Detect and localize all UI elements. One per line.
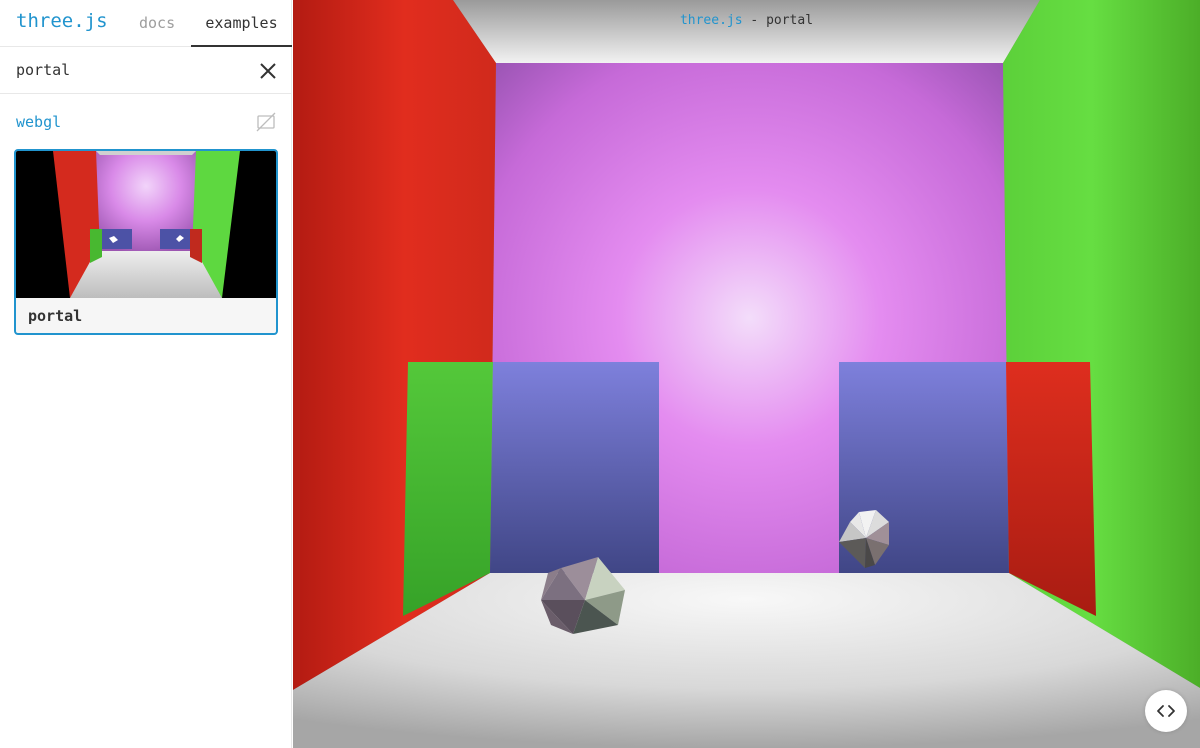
left-portal-side [403, 362, 493, 616]
sidebar: three.js docs examples webgl [0, 0, 292, 748]
tab-examples[interactable]: examples [191, 0, 292, 47]
right-portal-side [1006, 362, 1096, 616]
info-three-link[interactable]: three.js [680, 13, 743, 28]
example-title: portal [28, 307, 83, 325]
example-card-portal[interactable]: portal [14, 149, 278, 335]
info-separator: - [742, 13, 767, 28]
view-source-button[interactable] [1145, 690, 1187, 732]
close-icon[interactable] [256, 59, 280, 83]
example-viewport[interactable]: three.js - portal [293, 0, 1200, 748]
info-bar: three.js - portal [293, 13, 1200, 28]
portal-scene[interactable] [293, 0, 1200, 748]
code-icon [1157, 705, 1175, 717]
right-wall [1003, 0, 1200, 688]
logo-link[interactable]: three.js [16, 10, 108, 32]
ceiling [453, 0, 1040, 63]
info-title: portal [766, 13, 814, 28]
example-thumbnail [16, 151, 276, 298]
left-wall [293, 0, 496, 690]
tab-docs[interactable]: docs [139, 14, 175, 32]
left-portal [490, 362, 659, 573]
search-input[interactable] [0, 47, 250, 93]
category-title: webgl [16, 113, 62, 131]
no-preview-icon[interactable] [256, 112, 276, 132]
sidebar-header: three.js docs examples [0, 0, 292, 47]
search-bar [0, 47, 292, 94]
